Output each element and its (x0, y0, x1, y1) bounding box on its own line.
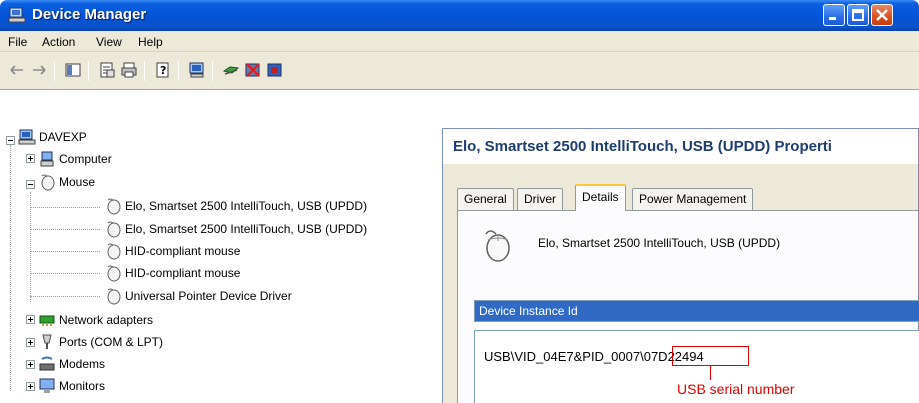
tab-general[interactable]: General (457, 188, 514, 210)
dialog-title-bar[interactable]: Elo, Smartset 2500 IntelliTouch, USB (UP… (443, 129, 919, 164)
tree-item-label: Mouse (59, 175, 96, 189)
tree-item-network-adapters[interactable]: Network adapters (38, 311, 153, 329)
tree-line (30, 192, 31, 302)
menu-bar: File Action View Help (0, 31, 919, 52)
back-arrow-icon[interactable] (8, 61, 26, 79)
tree-expand-modems[interactable] (26, 360, 35, 369)
tree-expand-network[interactable] (26, 315, 35, 324)
device-name: Elo, Smartset 2500 IntelliTouch, USB (UP… (538, 236, 781, 250)
tree-item-modems[interactable]: Modems (38, 355, 105, 373)
menu-help[interactable]: Help (138, 35, 163, 49)
tree-item-hid-1[interactable]: HID-compliant mouse (104, 242, 240, 260)
menu-file[interactable]: File (8, 35, 27, 49)
maximize-icon (852, 9, 864, 21)
tree-line (30, 207, 100, 208)
tree-item-label: HID-compliant mouse (125, 266, 241, 280)
toolbar-separator (212, 61, 213, 81)
toolbar-separator (88, 61, 89, 81)
tab-details[interactable]: Details (575, 184, 626, 211)
tree-collapse-root[interactable] (6, 136, 15, 145)
tree-item-label: Elo, Smartset 2500 IntelliTouch, USB (UP… (125, 199, 368, 213)
tree-item-label: Elo, Smartset 2500 IntelliTouch, USB (UP… (125, 222, 368, 236)
scan-hardware-icon[interactable] (188, 61, 206, 79)
monitor-icon (39, 378, 55, 393)
property-value[interactable]: USB\VID_04E7&PID_0007\07D22494 (484, 349, 704, 364)
annotation-pointer-line (710, 366, 711, 380)
uninstall-icon[interactable] (244, 61, 262, 79)
tree-root-label: DAVEXP (39, 130, 87, 144)
tree-item-label: Network adapters (59, 313, 154, 327)
tree-item-hid-2[interactable]: HID-compliant mouse (104, 264, 240, 282)
toolbar-separator (178, 61, 179, 81)
mouse-icon (107, 265, 121, 282)
maximize-button[interactable] (847, 4, 869, 26)
tab-driver[interactable]: Driver (517, 188, 563, 210)
modem-icon (39, 356, 55, 371)
tree-item-root[interactable]: DAVEXP (18, 128, 87, 146)
value-prefix: USB\VID_04E7&PID_0007\ (484, 349, 644, 364)
tree-collapse-mouse[interactable] (26, 180, 35, 189)
computer-icon (18, 129, 36, 145)
minimize-icon (829, 17, 836, 20)
tree-item-ports[interactable]: Ports (COM & LPT) (38, 333, 163, 351)
serial-number-annotation: USB serial number (677, 381, 795, 397)
print-icon[interactable] (120, 61, 138, 79)
tree-line (30, 273, 100, 274)
port-icon (42, 334, 52, 349)
toolbar: ? (0, 52, 919, 90)
tree-item-elo-2[interactable]: Elo, Smartset 2500 IntelliTouch, USB (UP… (104, 220, 367, 238)
tree-item-label: Monitors (59, 379, 106, 393)
toolbar-separator (144, 61, 145, 81)
minimize-button[interactable] (823, 4, 845, 26)
tree-expand-monitors[interactable] (26, 382, 35, 391)
forward-arrow-icon[interactable] (30, 61, 48, 79)
tree-line (30, 296, 100, 297)
mouse-icon (41, 174, 55, 191)
tab-power-management[interactable]: Power Management (632, 188, 754, 210)
property-selected: Device Instance Id (479, 304, 578, 318)
mouse-icon (107, 198, 121, 215)
tree-item-mouse[interactable]: Mouse (38, 173, 95, 191)
serial-highlight-box (672, 346, 749, 366)
tree-item-elo-1[interactable]: Elo, Smartset 2500 IntelliTouch, USB (UP… (104, 197, 367, 215)
svg-text:?: ? (160, 64, 166, 77)
tree-item-label: HID-compliant mouse (125, 244, 241, 258)
update-driver-icon[interactable] (222, 61, 240, 79)
mouse-icon (107, 221, 121, 238)
help-icon[interactable]: ? (154, 61, 172, 79)
tree-item-label: Modems (59, 357, 106, 371)
tree-line (30, 251, 100, 252)
device-manager-icon (8, 7, 26, 23)
tree-line (30, 229, 100, 230)
disable-icon[interactable] (266, 61, 284, 79)
menu-view[interactable]: View (96, 35, 122, 49)
close-icon (876, 9, 888, 21)
close-button[interactable] (871, 4, 893, 26)
tree-item-updd[interactable]: Universal Pointer Device Driver (104, 287, 292, 305)
tree-item-label: Ports (COM & LPT) (59, 335, 164, 349)
menu-action[interactable]: Action (42, 35, 75, 49)
window-title: Device Manager (32, 6, 147, 23)
show-hide-console-tree-icon[interactable] (64, 61, 82, 79)
tree-expand-ports[interactable] (26, 338, 35, 347)
mouse-device-icon (485, 230, 510, 262)
tree-expand-computer[interactable] (26, 154, 35, 163)
network-adapter-icon (39, 315, 55, 326)
title-bar[interactable]: Device Manager (0, 0, 919, 31)
properties-icon[interactable] (98, 61, 116, 79)
tree-item-label: Computer (59, 152, 112, 166)
tree-item-computer[interactable]: Computer (38, 150, 112, 168)
mouse-icon (107, 288, 121, 305)
tree-line (10, 145, 11, 391)
computer-icon (40, 151, 54, 167)
mouse-icon (107, 243, 121, 260)
tree-item-label: Universal Pointer Device Driver (125, 289, 292, 303)
tree-item-monitors[interactable]: Monitors (38, 377, 105, 395)
dialog-title: Elo, Smartset 2500 IntelliTouch, USB (UP… (453, 138, 832, 155)
property-dropdown[interactable]: Device Instance Id (474, 300, 919, 322)
toolbar-separator (54, 61, 55, 81)
